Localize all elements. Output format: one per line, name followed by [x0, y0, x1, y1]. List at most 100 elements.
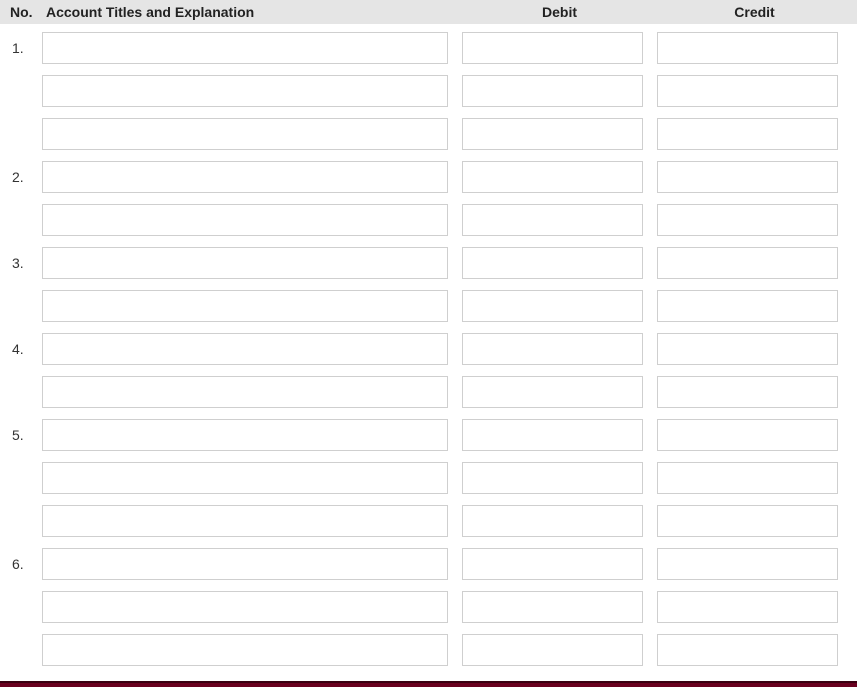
row-number	[0, 505, 42, 513]
credit-cell	[657, 548, 852, 580]
account-cell	[42, 161, 462, 193]
debit-input[interactable]	[462, 419, 643, 451]
credit-input[interactable]	[657, 333, 838, 365]
account-input[interactable]	[42, 376, 448, 408]
credit-cell	[657, 204, 852, 236]
debit-input[interactable]	[462, 376, 643, 408]
credit-input[interactable]	[657, 204, 838, 236]
table-row	[0, 290, 857, 333]
credit-input[interactable]	[657, 376, 838, 408]
credit-input[interactable]	[657, 419, 838, 451]
account-input[interactable]	[42, 505, 448, 537]
debit-input[interactable]	[462, 204, 643, 236]
debit-cell	[462, 462, 657, 494]
account-input[interactable]	[42, 75, 448, 107]
credit-input[interactable]	[657, 505, 838, 537]
debit-cell	[462, 548, 657, 580]
table-row	[0, 204, 857, 247]
debit-cell	[462, 376, 657, 408]
account-cell	[42, 333, 462, 365]
table-header-row: No. Account Titles and Explanation Debit…	[0, 0, 857, 24]
account-cell	[42, 32, 462, 64]
header-debit: Debit	[462, 4, 657, 20]
account-cell	[42, 204, 462, 236]
account-input[interactable]	[42, 548, 448, 580]
account-cell	[42, 419, 462, 451]
debit-input[interactable]	[462, 32, 643, 64]
account-cell	[42, 75, 462, 107]
account-cell	[42, 548, 462, 580]
debit-input[interactable]	[462, 75, 643, 107]
credit-input[interactable]	[657, 462, 838, 494]
account-input[interactable]	[42, 161, 448, 193]
debit-input[interactable]	[462, 548, 643, 580]
debit-cell	[462, 290, 657, 322]
account-input[interactable]	[42, 462, 448, 494]
account-cell	[42, 290, 462, 322]
account-input[interactable]	[42, 204, 448, 236]
debit-cell	[462, 419, 657, 451]
debit-input[interactable]	[462, 118, 643, 150]
table-body: 1. 2. 3. 4. 5. 6.	[0, 24, 857, 681]
table-row	[0, 462, 857, 505]
credit-input[interactable]	[657, 634, 838, 666]
account-input[interactable]	[42, 591, 448, 623]
debit-cell	[462, 32, 657, 64]
credit-cell	[657, 333, 852, 365]
debit-input[interactable]	[462, 247, 643, 279]
debit-input[interactable]	[462, 333, 643, 365]
account-input[interactable]	[42, 419, 448, 451]
account-cell	[42, 462, 462, 494]
account-cell	[42, 591, 462, 623]
account-input[interactable]	[42, 247, 448, 279]
table-row: 2.	[0, 161, 857, 204]
account-input[interactable]	[42, 118, 448, 150]
debit-input[interactable]	[462, 505, 643, 537]
row-number	[0, 591, 42, 599]
account-input[interactable]	[42, 290, 448, 322]
row-number	[0, 376, 42, 384]
account-cell	[42, 247, 462, 279]
credit-input[interactable]	[657, 290, 838, 322]
debit-cell	[462, 505, 657, 537]
debit-input[interactable]	[462, 161, 643, 193]
account-cell	[42, 505, 462, 537]
credit-input[interactable]	[657, 591, 838, 623]
credit-input[interactable]	[657, 75, 838, 107]
table-row	[0, 118, 857, 161]
debit-cell	[462, 333, 657, 365]
credit-input[interactable]	[657, 161, 838, 193]
row-number: 1.	[0, 32, 42, 56]
debit-cell	[462, 75, 657, 107]
table-row: 5.	[0, 419, 857, 462]
row-number: 3.	[0, 247, 42, 271]
debit-input[interactable]	[462, 290, 643, 322]
credit-cell	[657, 634, 852, 666]
table-row: 6.	[0, 548, 857, 591]
debit-input[interactable]	[462, 591, 643, 623]
credit-input[interactable]	[657, 118, 838, 150]
account-input[interactable]	[42, 333, 448, 365]
credit-input[interactable]	[657, 548, 838, 580]
debit-input[interactable]	[462, 462, 643, 494]
account-input[interactable]	[42, 634, 448, 666]
debit-cell	[462, 118, 657, 150]
row-number	[0, 204, 42, 212]
table-row: 1.	[0, 32, 857, 75]
credit-input[interactable]	[657, 32, 838, 64]
debit-cell	[462, 204, 657, 236]
row-number: 4.	[0, 333, 42, 357]
table-row	[0, 634, 857, 677]
row-number: 2.	[0, 161, 42, 185]
credit-cell	[657, 419, 852, 451]
debit-cell	[462, 591, 657, 623]
table-row	[0, 75, 857, 118]
credit-input[interactable]	[657, 247, 838, 279]
debit-cell	[462, 634, 657, 666]
credit-cell	[657, 247, 852, 279]
row-number	[0, 634, 42, 642]
account-input[interactable]	[42, 32, 448, 64]
credit-cell	[657, 161, 852, 193]
table-row: 4.	[0, 333, 857, 376]
debit-input[interactable]	[462, 634, 643, 666]
